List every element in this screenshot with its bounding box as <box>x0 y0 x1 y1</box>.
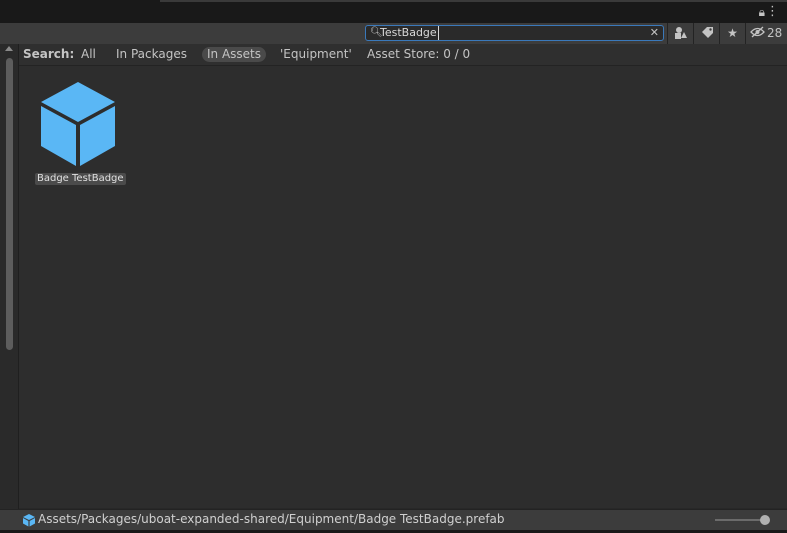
eye-slash-icon <box>750 26 765 38</box>
filter-by-type-icon <box>674 27 687 39</box>
scroll-up-arrow-icon[interactable] <box>5 46 13 51</box>
prefab-cube-icon <box>41 82 115 166</box>
filter-by-type-button[interactable] <box>667 23 693 44</box>
selected-asset-path: Assets/Packages/uboat-expanded-shared/Eq… <box>38 512 505 526</box>
scope-in-packages[interactable]: In Packages <box>116 47 187 62</box>
icon-size-slider[interactable] <box>715 519 765 521</box>
hidden-packages-toggle[interactable]: 28 <box>745 23 787 44</box>
scrollbar-thumb[interactable] <box>6 58 13 350</box>
scope-all[interactable]: All <box>81 47 96 62</box>
kebab-menu-icon[interactable]: ⋮ <box>766 4 779 19</box>
hidden-count: 28 <box>767 26 783 40</box>
panel-titlebar: 🔒︎ ⋮ <box>0 4 787 23</box>
lock-icon[interactable]: 🔒︎ <box>759 5 765 20</box>
favorites-button[interactable]: ★ <box>719 23 745 44</box>
icon-size-slider-knob[interactable] <box>760 515 770 525</box>
asset-grid: Badge TestBadge <box>19 66 787 508</box>
search-input[interactable]: 🔍︎ TestBadge ✕ <box>365 25 664 41</box>
search-scope-label: Search: <box>23 47 75 61</box>
scope-asset-store[interactable]: Asset Store: 0 / 0 <box>367 47 470 62</box>
tab-divider <box>160 0 787 2</box>
asset-name: Badge TestBadge <box>35 173 126 185</box>
asset-item[interactable]: Badge TestBadge <box>33 80 129 190</box>
search-value[interactable]: TestBadge <box>380 26 439 40</box>
filter-by-label-icon <box>701 27 713 38</box>
scope-folder[interactable]: 'Equipment' <box>280 47 352 62</box>
star-icon: ★ <box>727 26 738 40</box>
status-bar: Assets/Packages/uboat-expanded-shared/Eq… <box>0 509 787 530</box>
clear-icon[interactable]: ✕ <box>650 26 659 40</box>
project-toolbar: 🔍︎ TestBadge ✕ ★ 28 <box>0 23 787 45</box>
folder-tree-scrollbar[interactable] <box>0 44 19 509</box>
search-scope-bar: Search: All In Packages In Assets 'Equip… <box>18 44 787 66</box>
prefab-cube-icon <box>23 514 35 527</box>
scope-in-assets[interactable]: In Assets <box>202 47 267 62</box>
filter-by-label-button[interactable] <box>693 23 719 44</box>
